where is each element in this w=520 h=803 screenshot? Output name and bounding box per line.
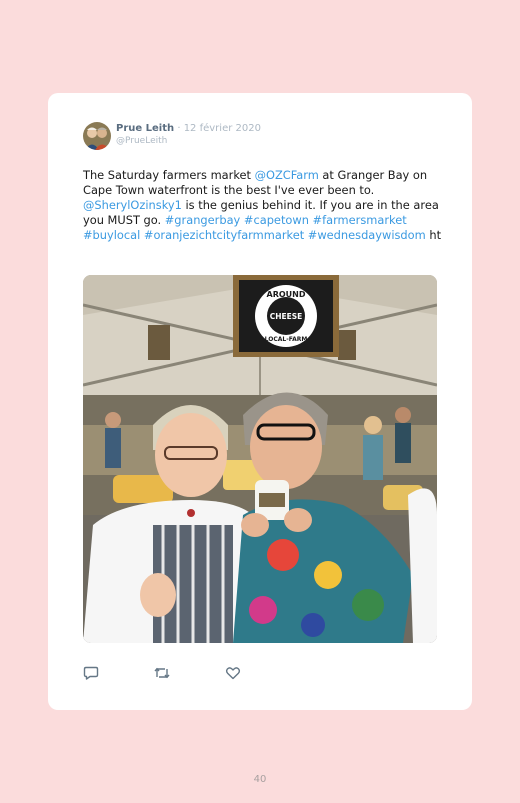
heart-icon[interactable] xyxy=(225,665,241,681)
author-name[interactable]: Prue Leith xyxy=(116,123,174,134)
mention-link[interactable]: @OZCFarm xyxy=(255,168,319,182)
sign-top-text: AROUND xyxy=(267,290,306,299)
tweet-date[interactable]: 12 février 2020 xyxy=(184,123,261,134)
market-photo-illustration: AROUND CHEESE LOCAL-FARM xyxy=(83,275,437,643)
tweet-text-part: The Saturday farmers market xyxy=(83,168,255,182)
separator: · xyxy=(177,123,181,134)
retweet-icon[interactable] xyxy=(153,665,171,681)
avatar[interactable] xyxy=(83,122,111,150)
page-number: 40 xyxy=(253,774,267,785)
tweet-card: Prue Leith · 12 février 2020 @PrueLeith … xyxy=(48,93,472,710)
author-handle[interactable]: @PrueLeith xyxy=(116,136,167,146)
sign-middle-text: CHEESE xyxy=(270,312,303,321)
tweet-text: The Saturday farmers market @OZCFarm at … xyxy=(83,168,443,243)
tweet-text-part: ht xyxy=(425,228,442,242)
tweet-actions xyxy=(83,665,241,681)
tweet-photo[interactable]: AROUND CHEESE LOCAL-FARM xyxy=(83,275,437,643)
sign-bottom-text: LOCAL-FARM xyxy=(265,336,308,343)
reply-icon[interactable] xyxy=(83,665,99,681)
mention-link[interactable]: @SherylOzinsky1 xyxy=(83,198,182,212)
author-line: Prue Leith · 12 février 2020 xyxy=(116,123,261,134)
